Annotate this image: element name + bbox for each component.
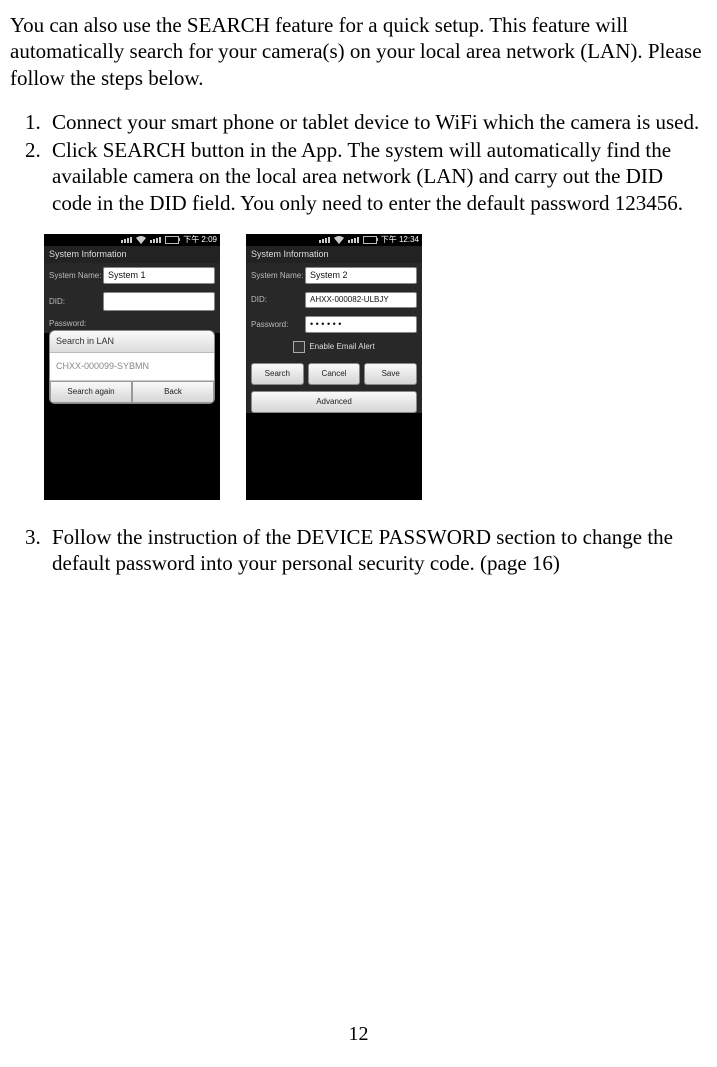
intro-paragraph: You can also use the SEARCH feature for … xyxy=(10,12,707,91)
step-1: Connect your smart phone or tablet devic… xyxy=(46,109,707,135)
status-time: 下午 12:34 xyxy=(381,235,419,245)
label-did: DID: xyxy=(251,295,305,305)
input-system-name[interactable]: System 1 xyxy=(103,267,215,284)
label-system-name: System Name: xyxy=(251,271,305,281)
battery-icon xyxy=(165,236,179,244)
input-did[interactable]: AHXX-000082-ULBJY xyxy=(305,292,417,308)
enable-email-label: Enable Email Alert xyxy=(309,342,374,352)
wifi-icon xyxy=(334,236,344,244)
save-button[interactable]: Save xyxy=(364,363,417,385)
signal-icon-2 xyxy=(150,237,161,243)
battery-icon xyxy=(363,236,377,244)
step-2: Click SEARCH button in the App. The syst… xyxy=(46,137,707,216)
search-again-button[interactable]: Search again xyxy=(50,381,132,403)
page-number: 12 xyxy=(0,1022,717,1047)
input-system-name[interactable]: System 2 xyxy=(305,267,417,284)
label-system-name: System Name: xyxy=(49,271,103,281)
screenshots-row: 下午 2:09 System Information System Name: … xyxy=(44,234,707,500)
steps-list-continued: Follow the instruction of the DEVICE PAS… xyxy=(10,524,707,577)
input-did[interactable] xyxy=(103,292,215,311)
step-3: Follow the instruction of the DEVICE PAS… xyxy=(46,524,707,577)
label-password: Password: xyxy=(49,319,103,329)
search-button[interactable]: Search xyxy=(251,363,304,385)
section-header: System Information xyxy=(44,246,220,263)
signal-icon xyxy=(319,237,330,243)
signal-icon xyxy=(121,237,132,243)
input-password[interactable]: • • • • • • xyxy=(305,316,417,333)
phone-screenshot-search: 下午 2:09 System Information System Name: … xyxy=(44,234,220,500)
popup-title: Search in LAN xyxy=(50,331,214,353)
status-time: 下午 2:09 xyxy=(183,235,217,245)
section-header: System Information xyxy=(246,246,422,263)
status-bar: 下午 2:09 xyxy=(44,234,220,246)
wifi-icon xyxy=(136,236,146,244)
phone-screenshot-form: 下午 12:34 System Information System Name:… xyxy=(246,234,422,500)
status-bar: 下午 12:34 xyxy=(246,234,422,246)
cancel-button[interactable]: Cancel xyxy=(308,363,361,385)
search-popup: Search in LAN CHXX-000099-SYBMN Search a… xyxy=(49,330,215,405)
label-did: DID: xyxy=(49,297,103,307)
back-button[interactable]: Back xyxy=(132,381,214,403)
label-password: Password: xyxy=(251,320,305,330)
popup-result-item[interactable]: CHXX-000099-SYBMN xyxy=(50,353,214,381)
advanced-button[interactable]: Advanced xyxy=(251,391,417,413)
enable-email-checkbox[interactable] xyxy=(293,341,305,353)
signal-icon-2 xyxy=(348,237,359,243)
steps-list: Connect your smart phone or tablet devic… xyxy=(10,109,707,216)
